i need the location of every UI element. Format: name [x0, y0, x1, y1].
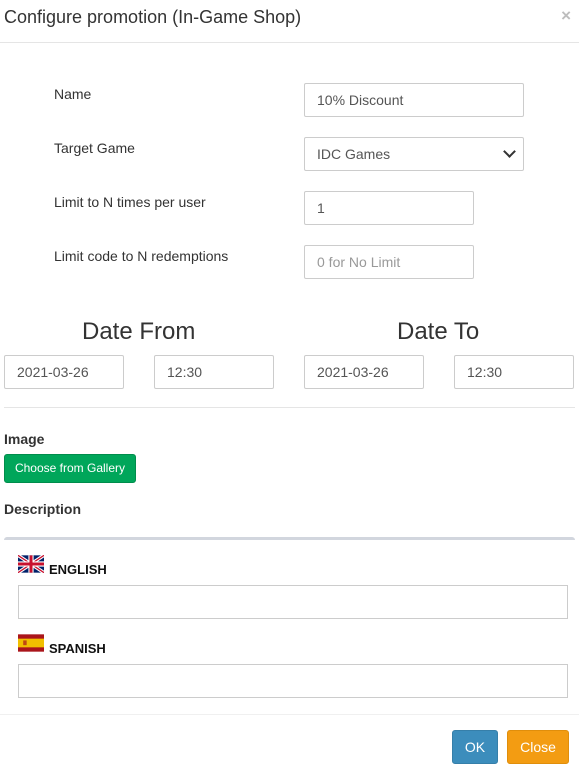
dialog-header: Configure promotion (In-Game Shop) ×: [0, 0, 579, 43]
date-from-heading: Date From: [82, 318, 196, 345]
choose-from-gallery-button[interactable]: Choose from Gallery: [4, 454, 136, 483]
name-label: Name: [54, 86, 92, 102]
description-spanish-input[interactable]: [18, 664, 568, 698]
close-button[interactable]: Close: [507, 730, 569, 764]
limit-redemptions-input[interactable]: 0 for No Limit: [304, 245, 474, 279]
language-label-spanish: SPANISH: [49, 641, 106, 656]
footer-divider: [0, 714, 579, 715]
chevron-down-icon: [503, 145, 516, 158]
time-to-input[interactable]: 12:30: [454, 355, 574, 389]
name-input[interactable]: 10% Discount: [304, 83, 524, 117]
dialog-title: Configure promotion (In-Game Shop): [4, 7, 302, 27]
uk-flag-icon: [18, 555, 44, 573]
target-game-value: IDC Games: [317, 146, 391, 162]
limit-per-user-input[interactable]: 1: [304, 191, 474, 225]
spain-flag-icon: [18, 634, 44, 652]
limit-redemptions-label: Limit code to N redemptions: [54, 248, 229, 264]
date-to-input[interactable]: 2021-03-26: [304, 355, 424, 389]
description-heading: Description: [4, 501, 82, 517]
date-to-heading: Date To: [397, 318, 480, 345]
date-from-input[interactable]: 2021-03-26: [4, 355, 124, 389]
section-divider: [4, 407, 575, 408]
limit-per-user-label: Limit to N times per user: [54, 194, 206, 210]
ok-button[interactable]: OK: [452, 730, 498, 764]
language-label-english: ENGLISH: [49, 562, 107, 577]
description-english-input[interactable]: [18, 585, 568, 619]
description-panel: ENGLISH SPANISH: [4, 537, 575, 710]
image-heading: Image: [4, 431, 45, 447]
close-icon[interactable]: ×: [561, 6, 571, 26]
target-game-label: Target Game: [54, 140, 135, 156]
target-game-select[interactable]: IDC Games: [304, 137, 524, 171]
time-from-input[interactable]: 12:30: [154, 355, 274, 389]
